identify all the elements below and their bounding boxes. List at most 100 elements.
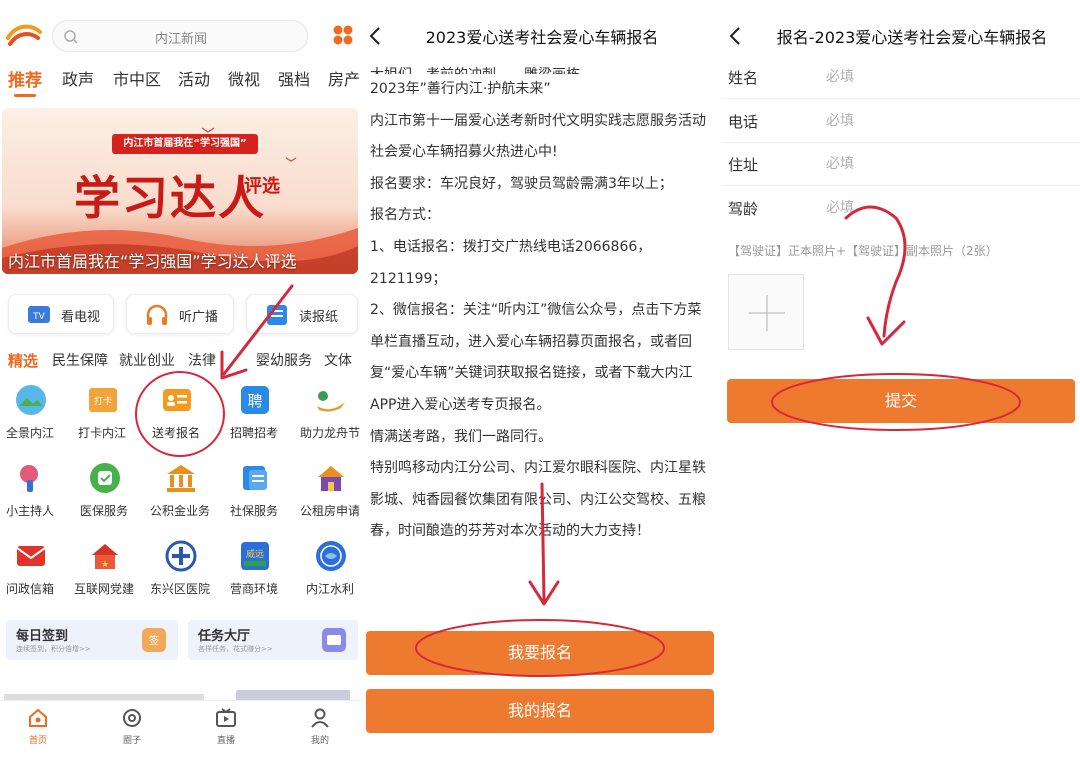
watch-tv-button[interactable]: TV 看电视: [8, 294, 114, 334]
cat-legal[interactable]: 法律: [188, 350, 216, 370]
service-label: 打卡内江: [77, 426, 126, 440]
article-title: 2023爱心送考社会爱心车辆报名: [425, 28, 659, 47]
phone-input[interactable]: [826, 109, 1066, 133]
svg-text:签: 签: [149, 634, 159, 647]
checkin-icon: 打卡: [89, 388, 117, 412]
social-security-icon: [243, 466, 267, 490]
back-arrow-icon[interactable]: [728, 26, 742, 46]
signup-button[interactable]: 我要报名: [366, 631, 714, 675]
tab-features[interactable]: 强档: [278, 66, 310, 90]
service-mailbox[interactable]: 问政信箱: [0, 540, 66, 600]
nav-circle[interactable]: 圈子: [102, 707, 162, 746]
form-header: 报名-2023爱心送考社会爱心车辆报名: [722, 18, 1080, 54]
cat-livelihood[interactable]: 民生保障: [52, 350, 108, 370]
banner[interactable]: 内江市首届我在“学习强国” 学习达人 评选 内江市首届我在“学习强国”学习达人评…: [2, 108, 358, 274]
service-label: 互联网党建: [73, 582, 134, 596]
upload-photo-button[interactable]: [728, 274, 804, 350]
service-label: 社保服务: [229, 504, 278, 518]
svg-text:★: ★: [101, 560, 109, 570]
service-dragon-boat[interactable]: 助力龙舟节: [294, 384, 362, 444]
article-paragraph: 内江市第十一届爱心送考新时代文明实践志愿服务活动: [370, 112, 706, 129]
address-input[interactable]: [826, 152, 1066, 176]
nav-live[interactable]: 直播: [196, 707, 256, 746]
party-building-icon: ★: [92, 544, 118, 570]
nav-label: 直播: [216, 736, 235, 746]
read-newspaper-label: 读报纸: [299, 310, 339, 325]
app-logo-icon: [6, 24, 42, 46]
service-little-host[interactable]: 小主持人: [0, 462, 66, 522]
article-paragraph: 2023年”善行内江·护航未来”: [370, 81, 551, 97]
service-hospital[interactable]: 东兴区医院: [144, 540, 216, 600]
my-signups-button[interactable]: 我的报名: [366, 689, 714, 733]
user-icon: [311, 708, 329, 728]
service-checkin[interactable]: 打卡 打卡内江: [66, 384, 138, 444]
cat-employment[interactable]: 就业创业: [119, 350, 175, 370]
live-icon: [216, 708, 236, 727]
service-recruit[interactable]: 聘 招聘招考: [218, 384, 290, 444]
channel-tabs: 推荐 政声 市中区 活动 微视 强档 房产: [0, 66, 362, 97]
service-public-housing[interactable]: 公租房申请: [294, 462, 362, 522]
service-water[interactable]: 内江水利: [294, 540, 362, 600]
field-phone: 电话: [722, 99, 1080, 143]
article-paragraph: 1、电话报名：拨打交广热线电话2066866，2121199；: [370, 238, 652, 287]
cat-featured[interactable]: 精选: [8, 350, 38, 371]
cat-infant[interactable]: 婴幼服务: [256, 350, 312, 370]
service-label: 公租房申请: [299, 504, 360, 518]
card-subtitle: 连续签到，积分倍增>>: [16, 645, 91, 653]
circle-icon: [123, 709, 141, 727]
nav-profile[interactable]: 我的: [290, 707, 350, 746]
service-business-env[interactable]: 威远 营商环境: [218, 540, 290, 600]
field-label: 电话: [728, 113, 759, 131]
read-newspaper-button[interactable]: 读报纸: [246, 294, 358, 334]
hospital-icon: [165, 540, 197, 572]
tab-real-estate[interactable]: 房产: [328, 66, 360, 90]
driving-years-input[interactable]: [826, 196, 1066, 220]
service-party-building[interactable]: ★ 互联网党建: [68, 540, 140, 600]
service-panorama[interactable]: 全景内江: [0, 384, 66, 444]
recruit-icon: 聘: [241, 386, 269, 414]
tab-recommend[interactable]: 推荐: [8, 66, 42, 91]
cat-culture-sports[interactable]: 文体: [324, 350, 352, 370]
article-screen: 2023爱心送考社会爱心车辆报名 大姐们，考前的冲刺——雕梁画栋 2023年”善…: [362, 0, 722, 757]
headphones-icon: [146, 304, 168, 325]
article-paragraph: 情满送考路，我们一路同行。: [370, 428, 552, 445]
top-bar: 内江新闻: [0, 14, 362, 58]
submit-button[interactable]: 提交: [727, 379, 1075, 423]
svg-text:TV: TV: [32, 312, 45, 322]
field-label: 姓名: [728, 69, 759, 87]
back-arrow-icon[interactable]: [368, 26, 382, 46]
service-exam-signup[interactable]: 送考报名: [140, 384, 212, 444]
service-housing-fund[interactable]: 公积金业务: [144, 462, 216, 522]
card-subtitle: 各样任务，花式赚分>>: [198, 645, 273, 653]
microphone-icon: [20, 465, 38, 492]
bank-icon: [167, 465, 195, 492]
upload-hint: 【驾驶证】正本照片+【驾驶证】副本照片（2张）: [728, 244, 998, 258]
service-label: 医保服务: [79, 504, 128, 518]
service-label: 东兴区医院: [149, 582, 210, 596]
listen-radio-button[interactable]: 听广播: [126, 294, 234, 334]
tab-events[interactable]: 活动: [178, 66, 210, 90]
article-paragraph: 2、微信报名：关注“听内江”微信公众号，点击下方菜单栏直播互动，进入爱心车辆招募…: [370, 302, 702, 413]
house-icon: [318, 466, 344, 491]
tab-micro-video[interactable]: 微视: [228, 66, 260, 90]
task-icon: [322, 628, 346, 652]
nav-home[interactable]: 首页: [8, 707, 68, 746]
service-medical-insurance[interactable]: 医保服务: [68, 462, 140, 522]
search-bar[interactable]: 内江新闻: [52, 20, 308, 52]
daily-signin-card[interactable]: 每日签到 连续签到，积分倍增>> 签: [6, 620, 178, 660]
field-name: 姓名: [722, 55, 1080, 99]
svg-text:打卡: 打卡: [94, 395, 112, 407]
name-input[interactable]: [826, 65, 1066, 89]
search-placeholder: 内江新闻: [154, 32, 207, 47]
id-card-icon: [163, 389, 191, 411]
card-title: 任务大厅: [198, 629, 251, 644]
service-label: 助力龙舟节: [299, 426, 360, 440]
nav-label: 圈子: [122, 736, 141, 746]
task-hall-card[interactable]: 任务大厅 各样任务，花式赚分>>: [188, 620, 358, 660]
tab-politics[interactable]: 政声: [62, 66, 94, 90]
service-social-security[interactable]: 社保服务: [218, 462, 290, 522]
tv-icon: TV: [28, 306, 50, 323]
tab-city-district[interactable]: 市中区: [113, 66, 161, 90]
service-label: 营商环境: [229, 582, 278, 596]
grid-menu-icon[interactable]: [332, 24, 354, 46]
